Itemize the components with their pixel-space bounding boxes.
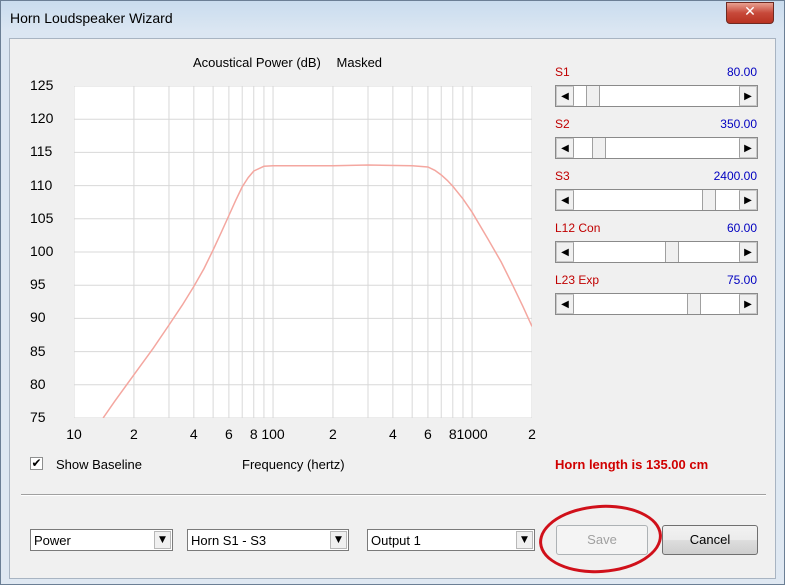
slider-thumb[interactable] (586, 86, 601, 106)
y-tick-label: 110 (30, 176, 53, 193)
slider-label: S2 (555, 117, 570, 131)
y-tick-label: 95 (30, 276, 46, 293)
scroll-left-arrow-icon[interactable]: ◀ (556, 190, 574, 210)
slider-label: S3 (555, 169, 570, 183)
chart-title: Acoustical Power (dB) Masked (193, 55, 394, 70)
y-tick-label: 75 (30, 409, 46, 425)
scroll-left-arrow-icon[interactable]: ◀ (556, 138, 574, 158)
power-series-line (102, 164, 532, 418)
x-tick-label: 2 (329, 426, 337, 442)
show-baseline-label[interactable]: Show Baseline (56, 457, 142, 472)
slider-scrollbar[interactable]: ◀ ▶ (555, 137, 758, 159)
slider-scrollbar[interactable]: ◀ ▶ (555, 241, 758, 263)
horn-section-value: Horn S1 - S3 (191, 533, 267, 548)
scroll-left-arrow-icon[interactable]: ◀ (556, 86, 574, 106)
x-tick-label: 2 (130, 426, 138, 442)
scroll-left-arrow-icon[interactable]: ◀ (556, 242, 574, 262)
slider-thumb[interactable] (592, 138, 607, 158)
slider-label: L23 Exp (555, 273, 600, 287)
x-tick-label: 2 (528, 426, 536, 442)
chevron-down-icon[interactable]: ▼ (516, 531, 533, 549)
slider-value: 80.00 (726, 65, 757, 79)
title-bar[interactable]: Horn Loudspeaker Wizard ✕ (1, 1, 784, 37)
output-dropdown[interactable]: Output 1 ▼ (367, 529, 535, 551)
y-tick-label: 105 (30, 209, 54, 226)
slider-label: S1 (555, 65, 570, 79)
horn-length-text: Horn length is 135.00 cm (555, 457, 709, 472)
output-value: Output 1 (371, 533, 421, 548)
scroll-right-arrow-icon[interactable]: ▶ (739, 86, 757, 106)
power-chart (74, 86, 532, 418)
x-tick-label: 4 (189, 426, 198, 442)
slider-thumb[interactable] (687, 294, 702, 314)
x-tick-label: 1000 (456, 426, 488, 442)
cancel-button[interactable]: Cancel (662, 525, 758, 555)
slider-value: 350.00 (720, 117, 757, 131)
slider-scrollbar[interactable]: ◀ ▶ (555, 85, 758, 107)
y-tick-label: 100 (30, 243, 54, 259)
slider-scrollbar[interactable]: ◀ ▶ (555, 293, 758, 315)
x-tick-label: 8 (448, 426, 457, 442)
dialog-body: Acoustical Power (dB) Masked 125 120 115 11… (9, 38, 776, 579)
highlight-annotation (536, 500, 665, 578)
window-title: Horn Loudspeaker Wizard (10, 10, 173, 26)
x-tick-label: 10 (66, 426, 82, 442)
graph-type-dropdown[interactable]: Power ▼ (30, 529, 173, 551)
slider-value: 2400.00 (713, 169, 757, 183)
slider-value: 60.00 (726, 221, 757, 235)
scroll-left-arrow-icon[interactable]: ◀ (556, 294, 574, 314)
slider-value: 75.00 (726, 273, 757, 287)
y-tick-label: 120 (30, 110, 54, 127)
scroll-right-arrow-icon[interactable]: ▶ (739, 294, 757, 314)
y-tick-label: 115 (30, 143, 53, 160)
wizard-window: Horn Loudspeaker Wizard ✕ Acoustical Pow… (0, 0, 785, 585)
x-tick-label: 4 (388, 426, 397, 442)
y-tick-label: 90 (30, 309, 46, 326)
close-button[interactable]: ✕ (726, 2, 774, 24)
slider-thumb[interactable] (702, 190, 717, 210)
divider (21, 494, 766, 496)
graph-type-value: Power (34, 533, 71, 548)
show-baseline-checkbox[interactable]: ✔ (30, 457, 43, 470)
x-tick-label: 8 (249, 426, 258, 442)
chart-svg (74, 86, 532, 418)
horn-section-dropdown[interactable]: Horn S1 - S3 ▼ (187, 529, 349, 551)
x-tick-label: 6 (224, 426, 233, 442)
chevron-down-icon[interactable]: ▼ (330, 531, 347, 549)
scroll-right-arrow-icon[interactable]: ▶ (739, 190, 757, 210)
scroll-right-arrow-icon[interactable]: ▶ (739, 138, 757, 158)
slider-scrollbar[interactable]: ◀ ▶ (555, 189, 758, 211)
x-tick-label: 100 (261, 426, 285, 442)
x-tick-label: 6 (424, 426, 432, 442)
chart-title-mode: Masked (336, 55, 383, 70)
chart-title-main: Acoustical Power (dB) (193, 55, 321, 70)
chevron-down-icon[interactable]: ▼ (154, 531, 171, 549)
scroll-right-arrow-icon[interactable]: ▶ (739, 242, 757, 262)
y-tick-label: 80 (30, 375, 46, 392)
y-tick-label: 85 (30, 342, 46, 359)
slider-thumb[interactable] (664, 242, 679, 262)
x-axis-label: Frequency (hertz) (242, 457, 345, 472)
y-tick-label: 125 (30, 77, 54, 93)
slider-label: L12 Con (555, 221, 601, 235)
